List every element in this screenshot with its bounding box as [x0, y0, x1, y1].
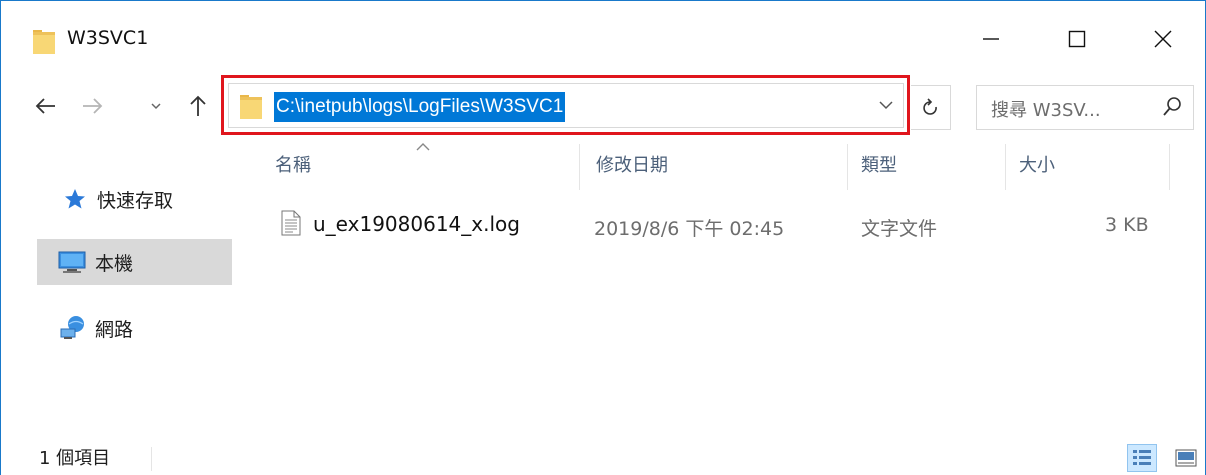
- column-divider[interactable]: [1169, 144, 1170, 190]
- sort-ascending-icon: [416, 143, 430, 151]
- sidebar-item-quick-access[interactable]: 快速存取: [63, 179, 233, 219]
- search-box[interactable]: 搜尋 W3SV...: [976, 85, 1194, 130]
- column-divider[interactable]: [579, 144, 580, 190]
- details-view-icon: [1133, 450, 1151, 465]
- column-divider[interactable]: [847, 144, 848, 190]
- up-button[interactable]: [183, 89, 213, 123]
- maximize-icon: [1068, 30, 1086, 48]
- minimize-icon: [983, 38, 999, 40]
- file-type: 文字文件: [861, 218, 938, 240]
- refresh-icon: [922, 97, 937, 115]
- title-bar: W3SVC1: [1, 1, 1205, 81]
- status-item-count: 1 個項目: [39, 448, 111, 469]
- search-icon[interactable]: [1161, 96, 1183, 118]
- sidebar-item-label: 網路: [95, 318, 134, 341]
- network-icon: [60, 316, 84, 339]
- computer-icon: [58, 251, 86, 273]
- folder-icon: [33, 30, 55, 54]
- chevron-down-icon: [151, 103, 161, 110]
- details-view-button[interactable]: [1127, 444, 1157, 472]
- arrow-right-icon: [83, 98, 103, 114]
- sidebar-item-label: 快速存取: [97, 189, 174, 212]
- sidebar-item-label: 本機: [95, 252, 134, 275]
- back-button[interactable]: [31, 89, 61, 123]
- maximize-button[interactable]: [1049, 11, 1105, 67]
- sidebar-item-network[interactable]: 網路: [59, 307, 229, 349]
- refresh-button[interactable]: [911, 85, 951, 130]
- explorer-window: W3SVC1 C:\inetpub\logs\LogFiles\W3SVC1 搜…: [0, 0, 1206, 475]
- status-divider: [151, 447, 152, 471]
- large-icons-view-icon: [1175, 449, 1197, 467]
- minimize-button[interactable]: [963, 11, 1019, 67]
- address-highlight-box: [221, 75, 910, 135]
- column-header-name[interactable]: 名稱: [275, 151, 311, 177]
- file-size: 3 KB: [1105, 214, 1149, 236]
- close-icon: [1154, 30, 1172, 48]
- arrow-up-icon: [190, 95, 206, 116]
- text-file-icon: [281, 210, 301, 236]
- recent-locations-button[interactable]: [141, 89, 171, 123]
- file-name[interactable]: u_ex19080614_x.log: [313, 212, 520, 236]
- close-button[interactable]: [1135, 11, 1191, 67]
- column-header-modified[interactable]: 修改日期: [596, 151, 668, 177]
- column-header-size[interactable]: 大小: [1019, 151, 1055, 177]
- large-icons-view-button[interactable]: [1171, 444, 1201, 472]
- search-input[interactable]: 搜尋 W3SV...: [991, 96, 1101, 122]
- forward-button[interactable]: [77, 89, 107, 123]
- arrow-left-icon: [35, 98, 55, 114]
- file-modified: 2019/8/6 下午 02:45: [594, 218, 785, 240]
- column-header-type[interactable]: 類型: [861, 151, 897, 177]
- star-icon: [65, 189, 85, 209]
- sidebar-item-this-pc[interactable]: 本機: [57, 241, 227, 283]
- window-title: W3SVC1: [67, 27, 149, 49]
- column-divider[interactable]: [1005, 144, 1006, 190]
